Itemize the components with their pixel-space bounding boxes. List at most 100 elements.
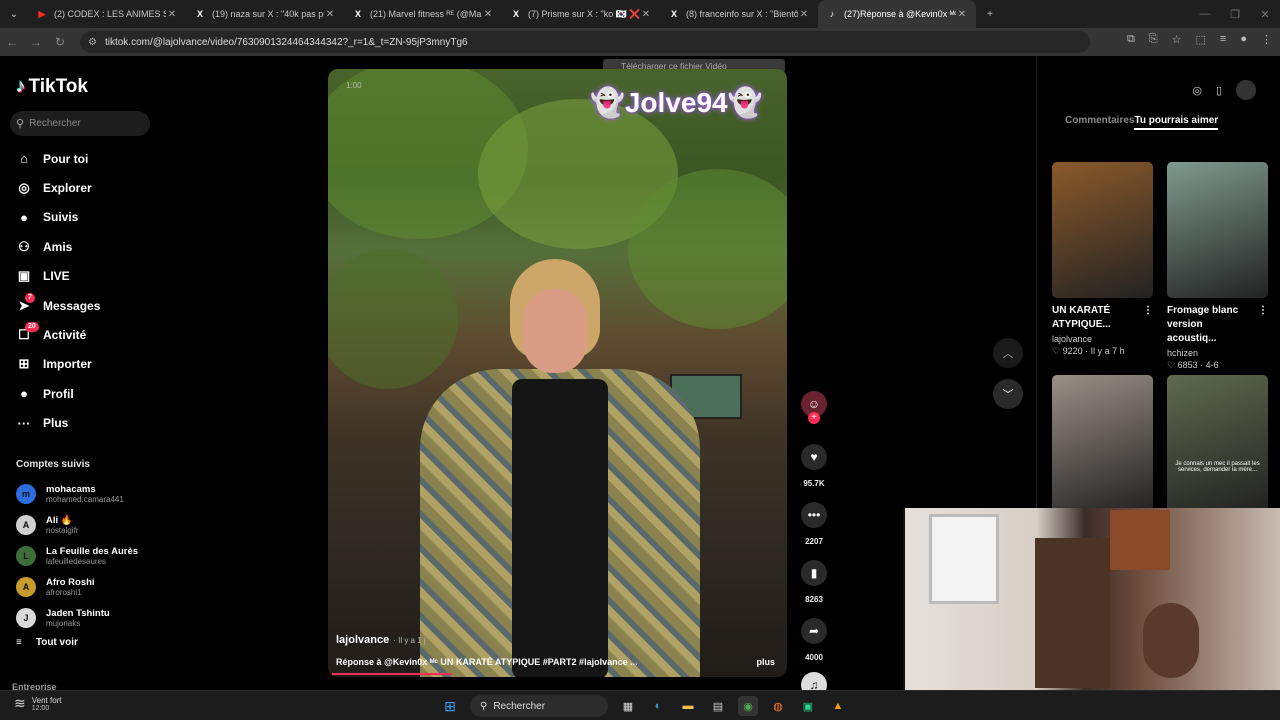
- suggested-video-card[interactable]: Fromage blanc version acoustiq... ⋮ hchize…: [1167, 162, 1268, 371]
- tab-search-icon[interactable]: ⌄: [0, 0, 28, 28]
- followed-account[interactable]: A Afro Roshi afroroshi1: [16, 571, 166, 602]
- browser-tab[interactable]: ♪ (27)Réponse à @Kevin0x ᴹᶜ ✕: [818, 0, 976, 28]
- phone-icon[interactable]: ▯: [1216, 84, 1222, 97]
- forward-icon[interactable]: →: [24, 35, 48, 49]
- next-video-button[interactable]: ﹀: [993, 379, 1023, 409]
- like-button[interactable]: ♥ 95.7K: [799, 444, 829, 488]
- sidebar-item-plus[interactable]: ··· Plus: [16, 409, 156, 438]
- video-author[interactable]: lajolvance · Il y a 1 j: [336, 634, 426, 646]
- video-thumbnail[interactable]: Je connais un mec il passait les service…: [1167, 375, 1268, 511]
- follow-plus-icon[interactable]: +: [808, 412, 820, 424]
- tab-comments[interactable]: Commentaires: [1065, 115, 1134, 130]
- site-info-icon[interactable]: ⚙: [88, 37, 97, 48]
- cast-icon[interactable]: ⎘: [1149, 33, 1158, 46]
- edge-icon[interactable]: ◐: [648, 696, 668, 716]
- tab-close-icon[interactable]: ✕: [798, 9, 810, 20]
- chrome-icon[interactable]: ◉: [738, 696, 758, 716]
- task-view-icon[interactable]: ▦: [618, 696, 638, 716]
- sidebar-item-activit-[interactable]: ☐ 20 Activité: [16, 320, 156, 349]
- profile-avatar-icon[interactable]: ●: [1240, 33, 1247, 46]
- weather-widget[interactable]: ≋ Vent fort 12:00: [14, 695, 62, 712]
- close-window-icon[interactable]: ✕: [1250, 0, 1280, 28]
- extensions-icon[interactable]: ⬚: [1196, 33, 1206, 46]
- comment-button[interactable]: ••• 2207: [799, 502, 829, 546]
- url-field[interactable]: ⚙ tiktok.com/@lajolvance/video/763090132…: [80, 31, 1090, 53]
- tab-close-icon[interactable]: ✕: [956, 9, 968, 20]
- live-icon: ▣: [16, 268, 32, 284]
- taskbar-time: 12:00: [31, 704, 50, 712]
- creator-avatar-button[interactable]: ☺ +: [799, 391, 829, 424]
- browser-tab[interactable]: X (19) naza sur X : "40k pas pr jo ✕: [186, 0, 344, 28]
- webcam-window: [929, 514, 999, 604]
- notification-badge: 7: [25, 292, 35, 303]
- see-all-button[interactable]: ≡ Tout voir: [16, 637, 78, 648]
- followed-account[interactable]: L La Feuille des Aurès lafeuilledesaures: [16, 540, 166, 571]
- list-icon: ≡: [16, 637, 22, 648]
- sidebar-item-importer[interactable]: ⊞ Importer: [16, 350, 156, 379]
- browser-tab[interactable]: X (8) franceinfo sur X : "Bientôt fi ✕: [660, 0, 818, 28]
- card-more-icon[interactable]: ⋮: [1143, 304, 1153, 332]
- address-bar: ← → ↻ ⚙ tiktok.com/@lajolvance/video/763…: [0, 28, 1280, 56]
- tiktok-logo[interactable]: ♪ TikTok: [16, 76, 88, 98]
- sidebar-item-explorer[interactable]: ◎ Explorer: [16, 173, 156, 202]
- sidebar-item-live[interactable]: ▣ LIVE: [16, 262, 156, 291]
- browser-tab[interactable]: ▶ (2) CODEX : LES ANIMES SONT✕: [28, 0, 186, 28]
- sidebar-item-label: Activité: [43, 328, 87, 343]
- taskbar-search[interactable]: ⚲ Rechercher: [470, 695, 608, 717]
- translate-icon[interactable]: ⧉: [1127, 33, 1135, 46]
- like-count: 95.7K: [803, 479, 825, 488]
- vlc-icon[interactable]: ▲: [828, 696, 848, 716]
- suggested-video-card[interactable]: Je connais un mec il passait les service…: [1167, 375, 1268, 511]
- card-user: lajolvance: [1052, 334, 1093, 344]
- search-input[interactable]: ⚲ Rechercher: [10, 111, 150, 136]
- tab-suggestions[interactable]: Tu pourrais aimer: [1134, 115, 1219, 130]
- profile-icon-glyph: ●: [20, 386, 28, 402]
- file-explorer-icon[interactable]: ▬: [678, 696, 698, 716]
- followed-account[interactable]: J Jaden Tshintu mujonaks: [16, 602, 166, 633]
- webcam-person: [1143, 603, 1199, 678]
- compass-tool-icon[interactable]: ◎: [1192, 84, 1202, 97]
- firefox-icon[interactable]: ◍: [768, 696, 788, 716]
- tab-close-icon[interactable]: ✕: [482, 9, 494, 20]
- store-icon[interactable]: ▤: [708, 696, 728, 716]
- app-icon[interactable]: ▣: [798, 696, 818, 716]
- windows-start-icon[interactable]: ⊞: [440, 696, 460, 716]
- tab-close-icon[interactable]: ✕: [166, 9, 178, 20]
- browser-menu-icon[interactable]: ⋮: [1261, 33, 1272, 46]
- sidebar-item-amis[interactable]: ⚇ Amis: [16, 232, 156, 261]
- user-avatar[interactable]: [1236, 80, 1256, 100]
- followed-account[interactable]: m mohacams mohamed.camara441: [16, 478, 166, 509]
- sidebar-item-pour-toi[interactable]: ⌂ Pour toi: [16, 144, 156, 173]
- maximize-icon[interactable]: ❐: [1220, 0, 1250, 28]
- back-icon[interactable]: ←: [0, 35, 24, 49]
- suggested-video-card[interactable]: UN KARATÉ ATYPIQUE... ⋮ lajolvance ♡ 9220 ·…: [1052, 162, 1153, 357]
- video-progress-bar[interactable]: [332, 673, 452, 675]
- share-button[interactable]: ➦ 4000: [799, 618, 829, 662]
- save-button[interactable]: ▮ 8263: [799, 560, 829, 604]
- video-action-bar: ☺ + ♥ 95.7K ••• 2207 ▮ 8263 ➦ 4000 ♫: [799, 391, 829, 698]
- browser-tab[interactable]: X (7) Prisme sur X : "ko 🇰🇷 ❌ INS✕: [502, 0, 660, 28]
- compass-icon: ◎: [16, 180, 32, 196]
- tab-close-icon[interactable]: ✕: [640, 9, 652, 20]
- reading-list-icon[interactable]: ≡: [1220, 33, 1226, 46]
- video-thumbnail[interactable]: [1052, 375, 1153, 511]
- reload-icon[interactable]: ↻: [48, 35, 72, 49]
- sidebar-item-messages[interactable]: ➤ 7 Messages: [16, 291, 156, 320]
- video-player[interactable]: 1:00 👻Jolve94👻 lajolvance · Il y a 1 j R…: [328, 69, 787, 677]
- video-thumbnail[interactable]: [1167, 162, 1268, 298]
- taskbar-search-label: Rechercher: [493, 700, 546, 712]
- minimize-icon[interactable]: —: [1190, 0, 1220, 28]
- sidebar-item-label: Importer: [43, 357, 92, 372]
- video-thumbnail[interactable]: [1052, 162, 1153, 298]
- sidebar-item-suivis[interactable]: ● Suivis: [16, 203, 156, 232]
- bookmark-star-icon[interactable]: ☆: [1172, 33, 1182, 46]
- followed-account[interactable]: A Ali 🔥 nostalgifr: [16, 509, 166, 540]
- sidebar-item-profil[interactable]: ● Profil: [16, 379, 156, 408]
- browser-tab[interactable]: X (21) Marvel fitness ᴿᴱ (@Marve ✕: [344, 0, 502, 28]
- tab-close-icon[interactable]: ✕: [324, 9, 336, 20]
- suggested-video-card[interactable]: [1052, 375, 1153, 511]
- previous-video-button[interactable]: ︿: [993, 338, 1023, 368]
- card-more-icon[interactable]: ⋮: [1258, 304, 1268, 346]
- more-button[interactable]: plus: [756, 657, 775, 667]
- new-tab-button[interactable]: +: [976, 0, 1004, 28]
